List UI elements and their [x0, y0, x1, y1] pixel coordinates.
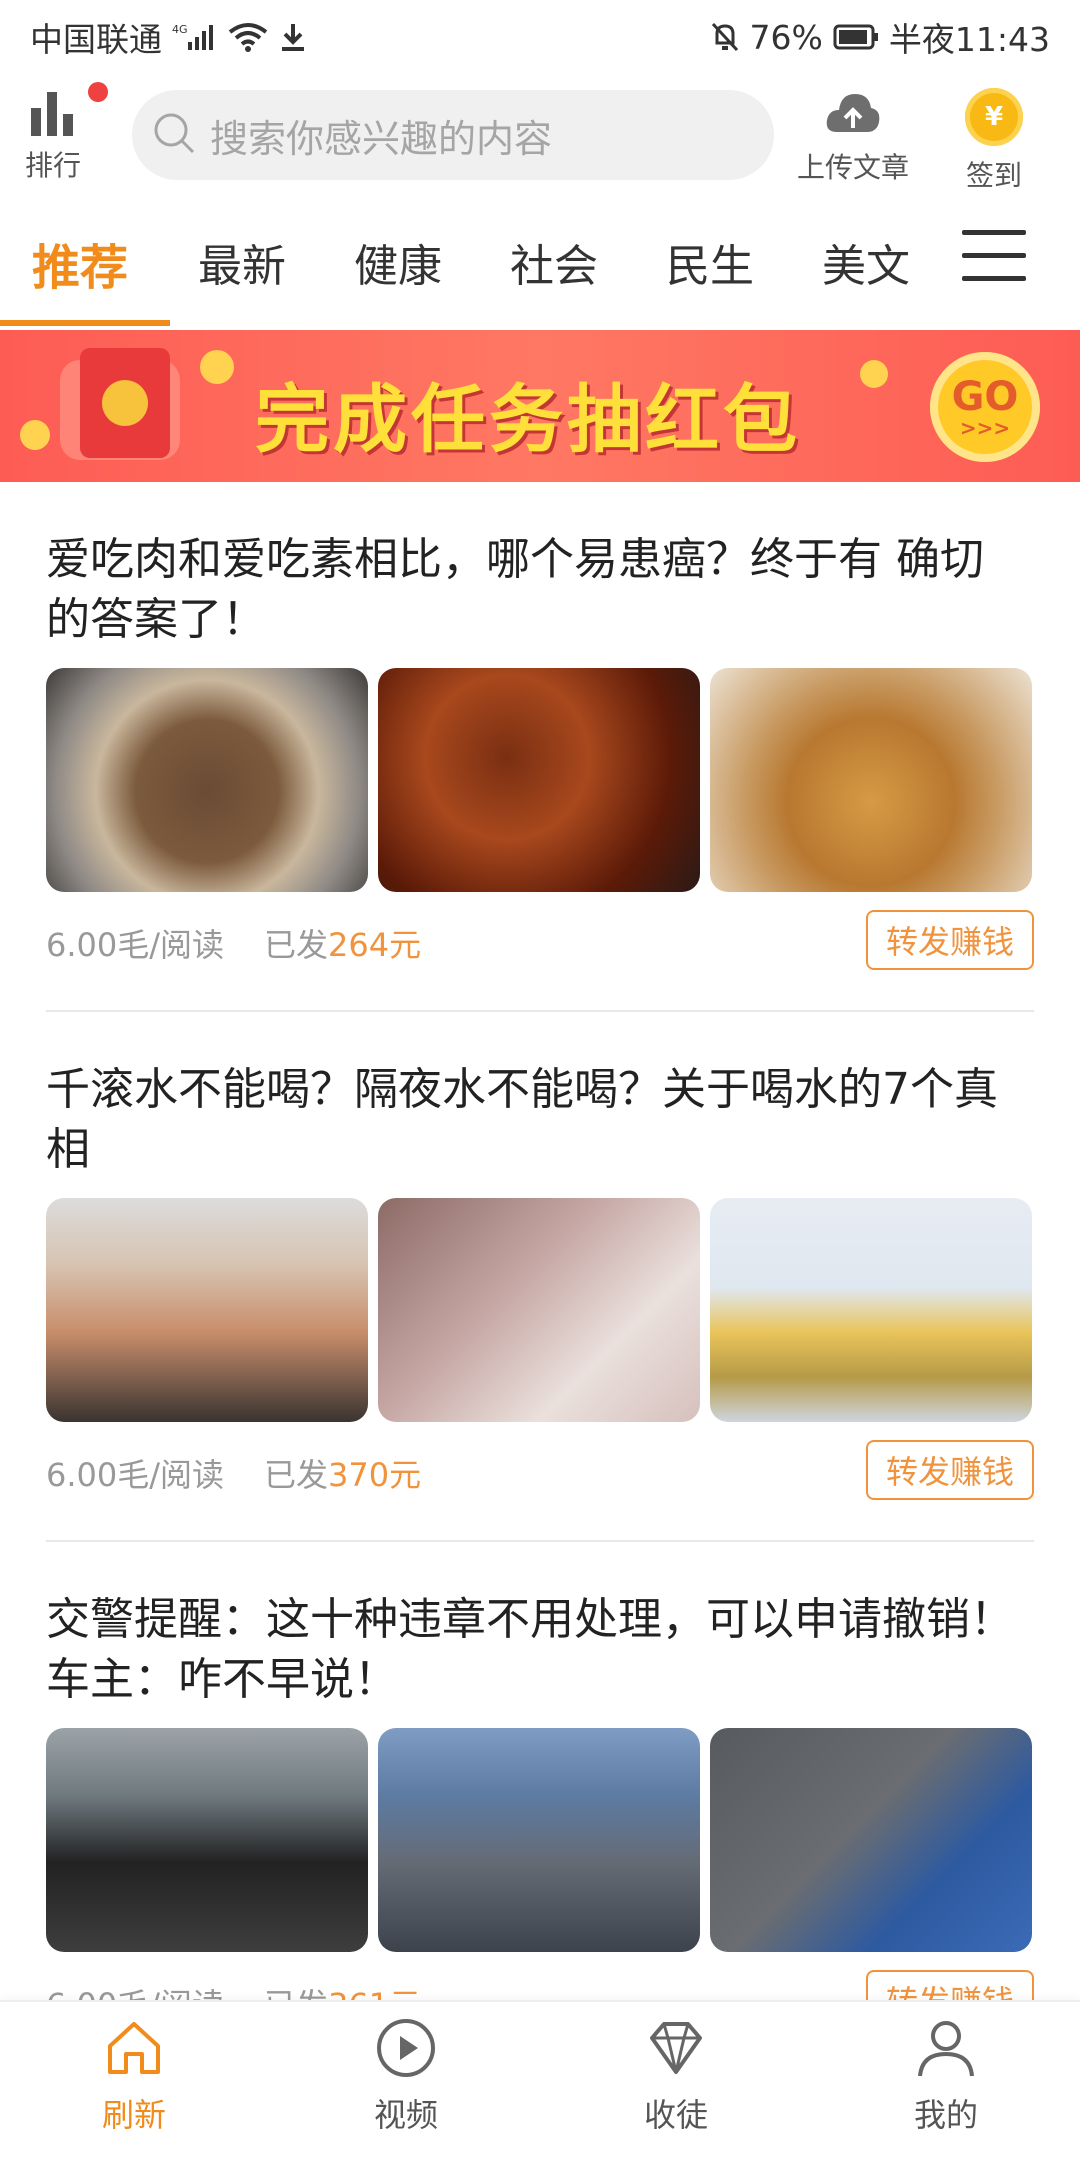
article-image: [710, 668, 1032, 892]
nav-profile[interactable]: 我的: [876, 2016, 1016, 2136]
tab-livelihood[interactable]: 民生: [666, 230, 754, 294]
article-thumbnails: [46, 1198, 1034, 1422]
top-bar: 排行 搜索你感兴趣的内容 上传文章 ¥ 签到: [0, 74, 1080, 194]
tab-health[interactable]: 健康: [354, 230, 442, 294]
upload-label: 上传文章: [796, 151, 909, 184]
article-title[interactable]: 爱吃肉和爱吃素相比，哪个易患癌？终于有 确切的答案了！: [46, 530, 1026, 650]
play-icon: [374, 2019, 438, 2084]
tab-recommended[interactable]: 推荐: [32, 228, 128, 298]
share-earn-button[interactable]: 转发赚钱: [866, 910, 1034, 970]
nav-video-label: 视频: [373, 2096, 438, 2134]
paid-total: 已发264元: [264, 926, 422, 964]
menu-icon[interactable]: [962, 230, 1026, 284]
go-button[interactable]: GO >>>: [930, 352, 1040, 462]
article-image: [378, 1198, 700, 1422]
banner-text: 完成任务抽红包: [255, 377, 801, 463]
red-envelope-icon: [80, 348, 170, 458]
search-input[interactable]: 搜索你感兴趣的内容: [132, 90, 774, 180]
nav-video[interactable]: 视频: [336, 2016, 476, 2136]
battery-percent: 76%: [749, 17, 823, 57]
active-tab-indicator: [0, 320, 170, 326]
search-placeholder: 搜索你感兴趣的内容: [210, 116, 553, 161]
article-image: [710, 1728, 1032, 1952]
article-image: [46, 668, 368, 892]
article-card[interactable]: 交警提醒：这十种违章不用处理，可以申请撤销！车主：咋不早说！ 6.00毛/阅读 …: [46, 1590, 1034, 2034]
divider: [46, 1010, 1034, 1012]
coin-decoration: [860, 360, 888, 388]
user-icon: [914, 2021, 978, 2084]
nav-profile-label: 我的: [913, 2096, 978, 2134]
article-title[interactable]: 千滚水不能喝？隔夜水不能喝？关于喝水的7个真相: [46, 1060, 1026, 1180]
bell-muted-icon: [710, 21, 740, 53]
article-image: [378, 668, 700, 892]
nav-refresh-label: 刷新: [101, 2096, 166, 2134]
tab-essays[interactable]: 美文: [822, 230, 910, 294]
article-image: [710, 1198, 1032, 1422]
bar-chart-icon: [25, 92, 81, 142]
signin-button[interactable]: ¥ 签到: [954, 86, 1034, 194]
bottom-navigation: 刷新 视频 收徒 我的: [0, 2000, 1080, 2162]
nav-refresh[interactable]: 刷新: [64, 2016, 204, 2136]
share-earn-button[interactable]: 转发赚钱: [866, 1440, 1034, 1500]
article-image: [46, 1728, 368, 1952]
search-icon: [152, 111, 196, 159]
article-thumbnails: [46, 1728, 1034, 1952]
signin-label: 签到: [965, 159, 1022, 192]
task-banner[interactable]: 完成任务抽红包 GO >>>: [0, 330, 1080, 482]
diamond-icon: [644, 2022, 708, 2084]
upload-article-button[interactable]: 上传文章: [788, 88, 918, 186]
paid-total: 已发370元: [264, 1456, 422, 1494]
ranking-label: 排行: [24, 149, 81, 182]
home-icon: [102, 2022, 166, 2084]
notification-dot: [88, 82, 108, 102]
read-price: 6.00毛/阅读: [46, 926, 225, 964]
clock: 半夜11:43: [888, 20, 1050, 59]
article-image: [378, 1728, 700, 1952]
ranking-button[interactable]: 排行: [18, 82, 108, 186]
coin-icon: ¥: [965, 88, 1023, 146]
coin-decoration: [200, 350, 234, 384]
tab-society[interactable]: 社会: [510, 230, 598, 294]
signal-icon: 4G: [172, 22, 218, 52]
coin-decoration: [20, 420, 50, 450]
battery-icon: [833, 24, 879, 50]
article-card[interactable]: 爱吃肉和爱吃素相比，哪个易患癌？终于有 确切的答案了！ 6.00毛/阅读 已发2…: [46, 530, 1034, 974]
divider: [46, 1540, 1034, 1542]
svg-text:4G: 4G: [172, 23, 188, 36]
cloud-upload-icon: [823, 94, 883, 144]
nav-apprentice[interactable]: 收徒: [606, 2016, 746, 2136]
article-card[interactable]: 千滚水不能喝？隔夜水不能喝？关于喝水的7个真相 6.00毛/阅读 已发370元 …: [46, 1060, 1034, 1504]
category-tabs: 推荐 最新 健康 社会 民生 美文: [0, 200, 1080, 326]
carrier-name: 中国联通: [30, 20, 162, 59]
read-price: 6.00毛/阅读: [46, 1456, 225, 1494]
tab-latest[interactable]: 最新: [198, 230, 286, 294]
article-thumbnails: [46, 668, 1034, 892]
status-bar: 中国联通 4G 76% 半夜11:43: [0, 0, 1080, 74]
article-image: [46, 1198, 368, 1422]
article-title[interactable]: 交警提醒：这十种违章不用处理，可以申请撤销！车主：咋不早说！: [46, 1590, 1026, 1710]
download-icon: [278, 22, 308, 52]
nav-apprentice-label: 收徒: [643, 2096, 708, 2134]
wifi-icon: [228, 22, 268, 52]
